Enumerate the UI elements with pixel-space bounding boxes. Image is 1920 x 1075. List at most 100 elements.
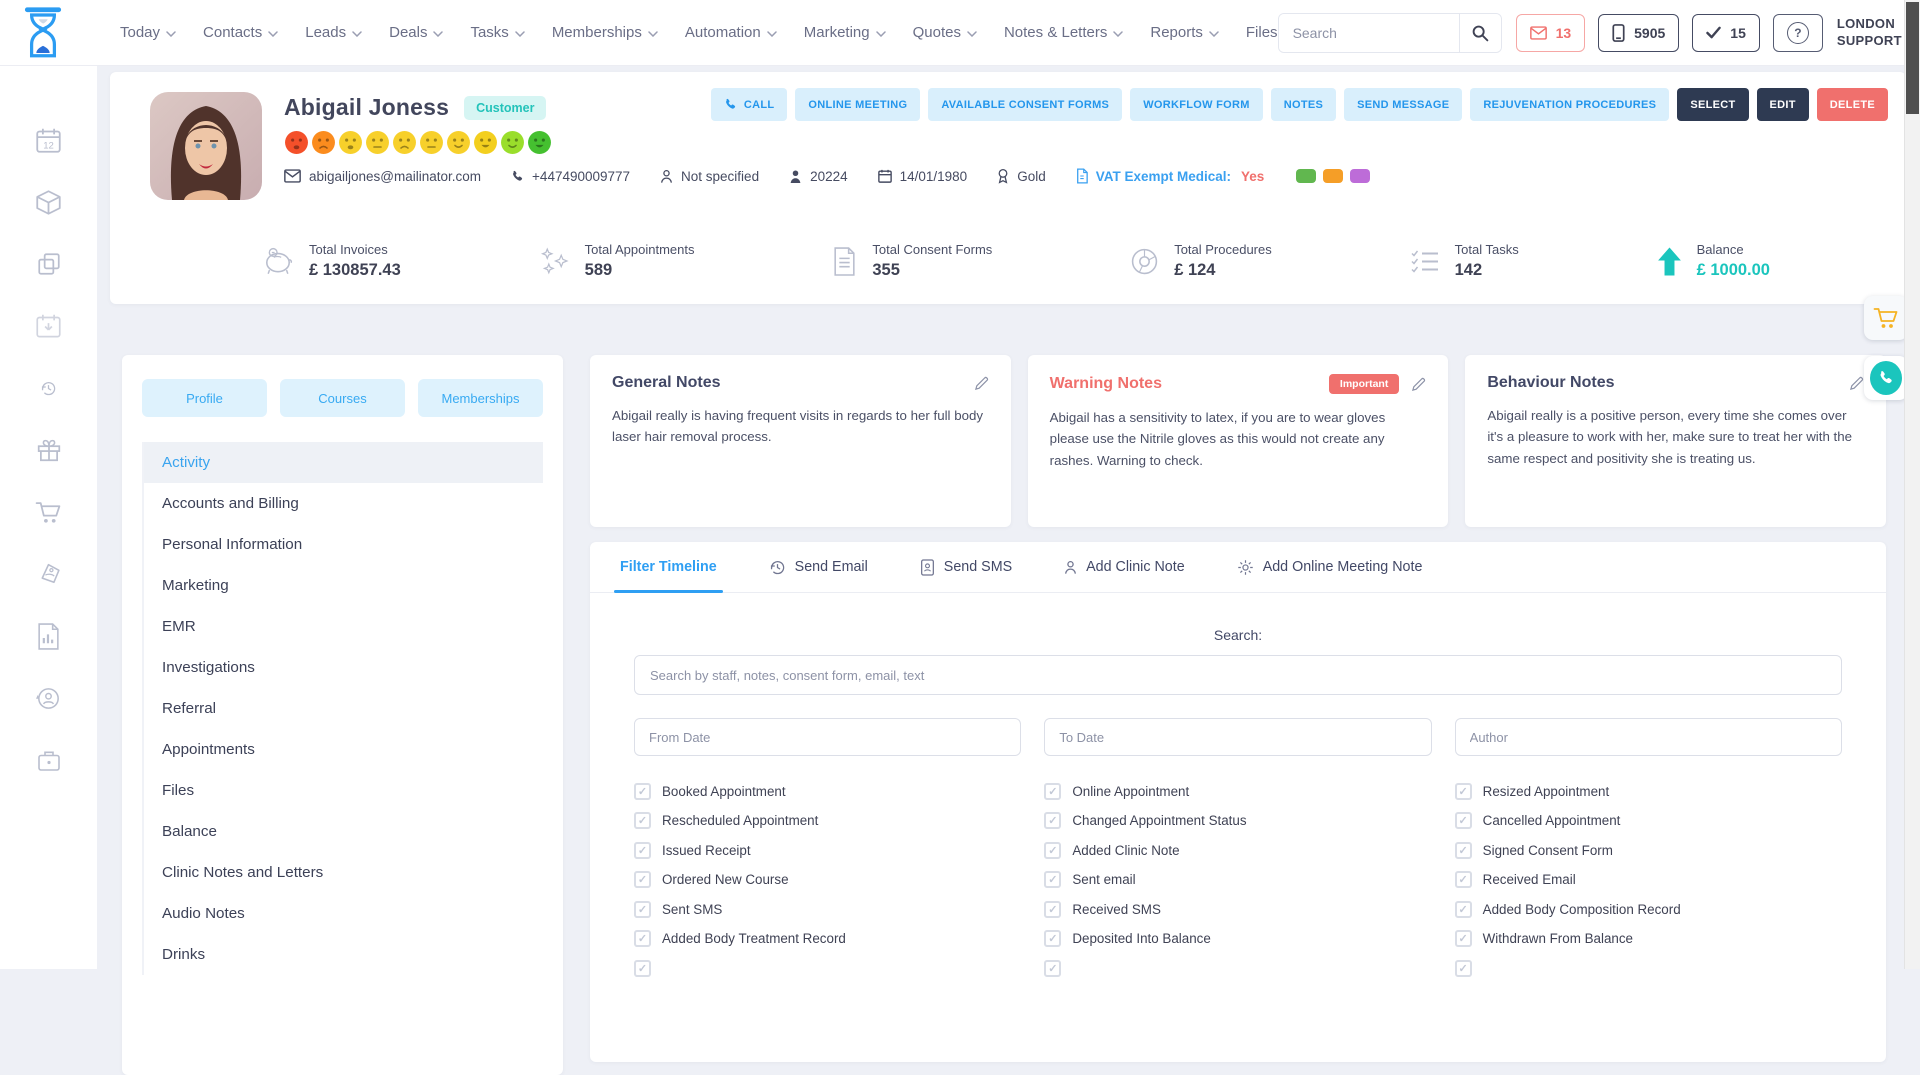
sidebar-gift-icon[interactable] (35, 436, 63, 464)
tab-send-email[interactable]: Send Email (769, 542, 868, 592)
tab-filter-timeline[interactable]: Filter Timeline (620, 542, 717, 592)
sidebar-item-clinic-notes-and-letters[interactable]: Clinic Notes and Letters (144, 852, 543, 893)
filter-checkbox-ordered-new-course[interactable]: ✓Ordered New Course (634, 871, 1021, 889)
checkbox[interactable]: ✓ (1455, 783, 1472, 800)
mood-face-6[interactable] (419, 130, 444, 155)
send-message-button[interactable]: SEND MESSAGE (1344, 88, 1462, 121)
app-logo-hourglass-icon[interactable] (24, 5, 62, 61)
nav-item-marketing[interactable]: Marketing (804, 24, 886, 41)
nav-item-automation[interactable]: Automation (685, 24, 777, 41)
sidebar-account-history-icon[interactable] (35, 684, 63, 712)
messages-badge-button[interactable]: 13 (1516, 14, 1586, 52)
rejuvenation-procedures-button[interactable]: REJUVENATION PROCEDURES (1470, 88, 1669, 121)
tab-send-sms[interactable]: Send SMS (920, 542, 1012, 592)
page-scrollbar[interactable] (1904, 0, 1920, 969)
sidebar-history-icon[interactable] (35, 374, 63, 402)
sidebar-item-referral[interactable]: Referral (144, 688, 543, 729)
edit-button[interactable]: EDIT (1757, 88, 1809, 121)
notes-button[interactable]: NOTES (1271, 88, 1336, 121)
scrollbar-thumb[interactable] (1906, 2, 1919, 114)
tab-add-online-meeting-note[interactable]: Add Online Meeting Note (1237, 542, 1423, 592)
delete-button[interactable]: DELETE (1817, 88, 1888, 121)
filter-checkbox-sent-email[interactable]: ✓Sent email (1044, 871, 1431, 889)
nav-item-contacts[interactable]: Contacts (203, 24, 278, 41)
customer-photo[interactable] (150, 92, 262, 200)
mood-face-7[interactable] (446, 130, 471, 155)
edit-pencil-icon[interactable] (1849, 376, 1864, 391)
nav-item-notes-letters[interactable]: Notes & Letters (1004, 24, 1123, 41)
sidebar-calendar12-icon[interactable]: 12 (35, 126, 63, 154)
filter-checkbox-online-appointment[interactable]: ✓Online Appointment (1044, 782, 1431, 800)
filter-checkbox-withdrawn-from-balance[interactable]: ✓Withdrawn From Balance (1455, 930, 1842, 948)
mood-face-4[interactable] (365, 130, 390, 155)
sidebar-item-activity[interactable]: Activity (144, 442, 543, 483)
mood-face-9[interactable] (500, 130, 525, 155)
checkbox[interactable]: ✓ (1044, 901, 1061, 918)
filter-checkbox-booked-appointment[interactable]: ✓Booked Appointment (634, 782, 1021, 800)
profile-tab-profile[interactable]: Profile (142, 379, 267, 417)
help-badge-button[interactable]: ? (1773, 14, 1823, 52)
filter-checkbox-partial[interactable]: ✓ (1455, 959, 1842, 977)
edit-pencil-icon[interactable] (1411, 377, 1426, 392)
checkbox[interactable]: ✓ (1044, 812, 1061, 829)
sidebar-report-icon[interactable] (35, 622, 63, 650)
profile-tab-memberships[interactable]: Memberships (418, 379, 543, 417)
mood-face-5[interactable] (392, 130, 417, 155)
mood-face-8[interactable] (473, 130, 498, 155)
checkbox[interactable]: ✓ (1044, 842, 1061, 859)
sidebar-item-accounts-and-billing[interactable]: Accounts and Billing (144, 483, 543, 524)
filter-checkbox-cancelled-appointment[interactable]: ✓Cancelled Appointment (1455, 812, 1842, 830)
available-consent-forms-button[interactable]: AVAILABLE CONSENT FORMS (928, 88, 1122, 121)
workflow-form-button[interactable]: WORKFLOW FORM (1130, 88, 1263, 121)
sidebar-item-balance[interactable]: Balance (144, 811, 543, 852)
search-button[interactable] (1459, 14, 1501, 52)
checkbox[interactable]: ✓ (634, 842, 651, 859)
filter-checkbox-deposited-into-balance[interactable]: ✓Deposited Into Balance (1044, 930, 1431, 948)
author-input[interactable] (1455, 718, 1842, 756)
nav-item-reports[interactable]: Reports (1150, 24, 1219, 41)
sidebar-package-icon[interactable] (35, 188, 63, 216)
tag-chip-1[interactable] (1296, 169, 1316, 183)
filter-checkbox-issued-receipt[interactable]: ✓Issued Receipt (634, 841, 1021, 859)
mood-face-3[interactable] (338, 130, 363, 155)
sidebar-duplicate-icon[interactable] (35, 250, 63, 278)
sidebar-item-files[interactable]: Files (144, 770, 543, 811)
filter-checkbox-signed-consent-form[interactable]: ✓Signed Consent Form (1455, 841, 1842, 859)
sidebar-item-emr[interactable]: EMR (144, 606, 543, 647)
floating-cart-button[interactable] (1864, 296, 1908, 340)
profile-tab-courses[interactable]: Courses (280, 379, 405, 417)
select-button[interactable]: SELECT (1677, 88, 1748, 121)
checkbox[interactable]: ✓ (1044, 871, 1061, 888)
checkbox[interactable]: ✓ (634, 930, 651, 947)
nav-item-today[interactable]: Today (120, 24, 176, 41)
checkbox[interactable]: ✓ (1044, 783, 1061, 800)
tag-chip-2[interactable] (1323, 169, 1343, 183)
sidebar-item-investigations[interactable]: Investigations (144, 647, 543, 688)
to-date-input[interactable] (1044, 718, 1431, 756)
filter-checkbox-added-clinic-note[interactable]: ✓Added Clinic Note (1044, 841, 1431, 859)
mood-face-2[interactable] (311, 130, 336, 155)
checkbox[interactable]: ✓ (1044, 930, 1061, 947)
checkbox[interactable]: ✓ (1455, 901, 1472, 918)
call-button[interactable]: CALL (711, 88, 788, 121)
checkbox[interactable]: ✓ (1455, 871, 1472, 888)
checkbox[interactable]: ✓ (1044, 960, 1061, 977)
filter-checkbox-partial[interactable]: ✓ (634, 959, 1021, 977)
sidebar-price-tag-icon[interactable] (35, 560, 63, 588)
checkbox[interactable]: ✓ (1455, 842, 1472, 859)
sidebar-item-appointments[interactable]: Appointments (144, 729, 543, 770)
checkbox[interactable]: ✓ (634, 901, 651, 918)
from-date-input[interactable] (634, 718, 1021, 756)
sidebar-cart-icon[interactable] (35, 498, 63, 526)
checkbox[interactable]: ✓ (634, 783, 651, 800)
checkbox[interactable]: ✓ (1455, 812, 1472, 829)
calls-badge-button[interactable]: 5905 (1598, 14, 1679, 52)
filter-checkbox-added-body-composition-record[interactable]: ✓Added Body Composition Record (1455, 900, 1842, 918)
tab-add-clinic-note[interactable]: Add Clinic Note (1064, 542, 1185, 592)
nav-item-files[interactable]: Files (1246, 24, 1278, 41)
filter-checkbox-sent-sms[interactable]: ✓Sent SMS (634, 900, 1021, 918)
sidebar-item-personal-information[interactable]: Personal Information (144, 524, 543, 565)
filter-checkbox-received-email[interactable]: ✓Received Email (1455, 871, 1842, 889)
filter-checkbox-changed-appointment-status[interactable]: ✓Changed Appointment Status (1044, 812, 1431, 830)
global-search-input[interactable] (1279, 14, 1459, 52)
